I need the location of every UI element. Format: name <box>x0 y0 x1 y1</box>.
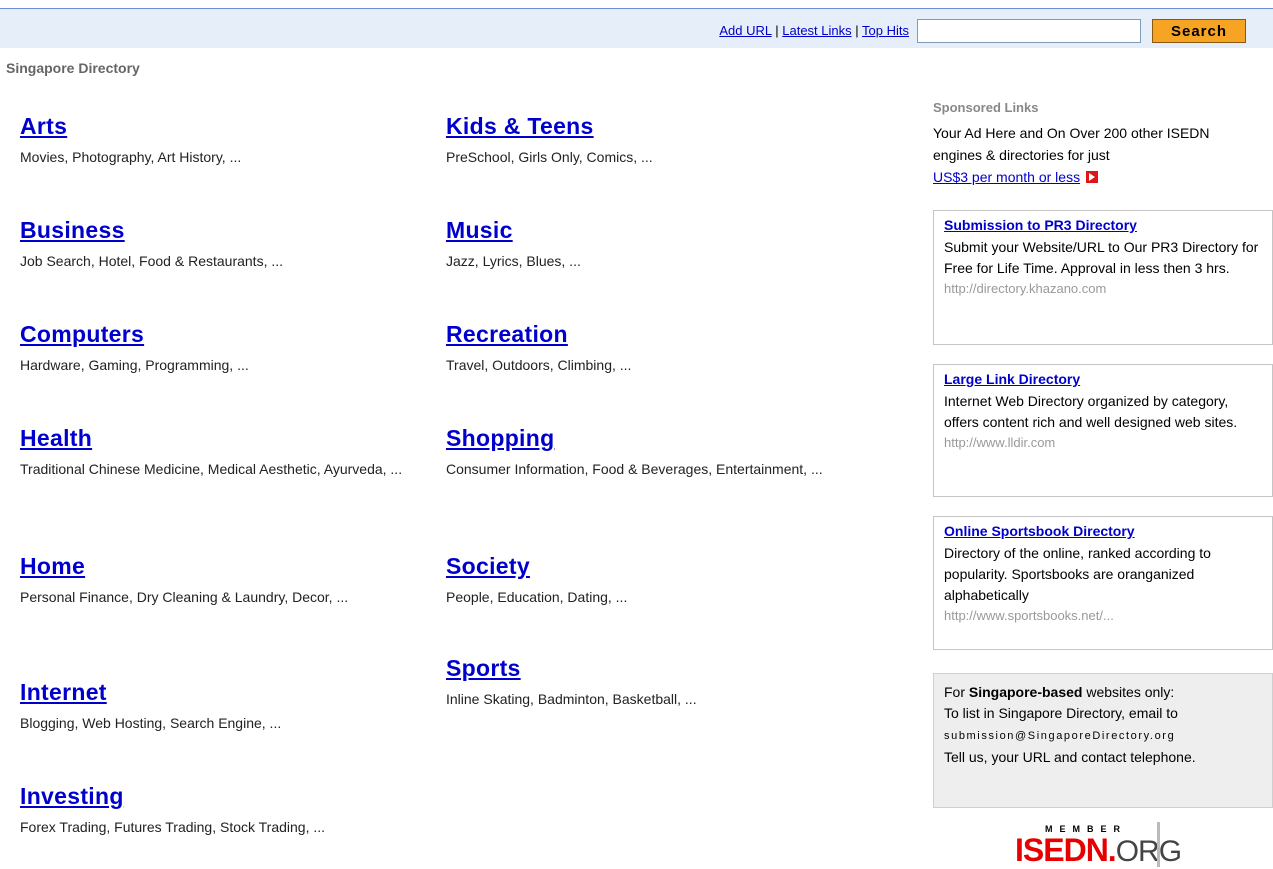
isedn-logo-dot: . <box>1107 832 1117 868</box>
category-music: Music Jazz, Lyrics, Blues, ... <box>446 216 846 272</box>
category-arts: Arts Movies, Photography, Art History, .… <box>20 112 420 168</box>
sg-bold: Singapore-based <box>968 684 1083 700</box>
ad-url: http://www.sportsbooks.net/... <box>944 608 1114 623</box>
sg-prefix: For <box>944 684 969 700</box>
ad-description: Submit your Website/URL to Our PR3 Direc… <box>944 239 1259 276</box>
separator: | <box>855 23 859 38</box>
category-business: Business Job Search, Hotel, Food & Resta… <box>20 216 420 272</box>
ad-title-link[interactable]: Online Sportsbook Directory <box>944 521 1262 541</box>
category-link[interactable]: Health <box>20 424 420 452</box>
category-link[interactable]: Recreation <box>446 320 846 348</box>
search-input[interactable] <box>917 19 1141 43</box>
category-shopping: Shopping Consumer Information, Food & Be… <box>446 424 846 480</box>
isedn-logo-org: ORG <box>1115 835 1182 868</box>
category-link[interactable]: Shopping <box>446 424 846 452</box>
site-title: Singapore Directory <box>6 60 140 76</box>
submission-email: submission@SingaporeDirectory.org <box>944 730 1176 742</box>
isedn-logo-main: ISEDN <box>1015 832 1109 868</box>
badge-divider <box>1157 822 1160 867</box>
category-investing: Investing Forex Trading, Futures Trading… <box>20 782 420 838</box>
add-url-link[interactable]: Add URL <box>719 23 771 38</box>
price-link[interactable]: US$3 per month or less <box>933 169 1080 185</box>
category-computers: Computers Hardware, Gaming, Programming,… <box>20 320 420 376</box>
ad-url: http://directory.khazano.com <box>944 281 1107 296</box>
category-subtopics: Movies, Photography, Art History, ... <box>20 149 242 165</box>
category-link[interactable]: Investing <box>20 782 420 810</box>
category-health: Health Traditional Chinese Medicine, Med… <box>20 424 420 480</box>
sponsored-pitch: Your Ad Here and On Over 200 other ISEDN… <box>933 125 1210 163</box>
category-subtopics: Traditional Chinese Medicine, Medical Ae… <box>20 461 403 477</box>
category-subtopics: Forex Trading, Futures Trading, Stock Tr… <box>20 819 326 835</box>
category-internet: Internet Blogging, Web Hosting, Search E… <box>20 678 420 734</box>
category-sports: Sports Inline Skating, Badminton, Basket… <box>446 654 846 710</box>
category-kids-teens: Kids & Teens PreSchool, Girls Only, Comi… <box>446 112 846 168</box>
ad-title-link[interactable]: Submission to PR3 Directory <box>944 215 1262 235</box>
category-subtopics: Job Search, Hotel, Food & Restaurants, .… <box>20 253 284 269</box>
ad-box: Online Sportsbook Directory Directory of… <box>933 516 1273 650</box>
category-subtopics: PreSchool, Girls Only, Comics, ... <box>446 149 653 165</box>
category-recreation: Recreation Travel, Outdoors, Climbing, .… <box>446 320 846 376</box>
category-subtopics: Inline Skating, Badminton, Basketball, .… <box>446 691 697 707</box>
sponsored-section: Sponsored Links Your Ad Here and On Over… <box>933 100 1273 188</box>
latest-links-link[interactable]: Latest Links <box>782 23 851 38</box>
separator: | <box>775 23 779 38</box>
category-link[interactable]: Business <box>20 216 420 244</box>
category-link[interactable]: Sports <box>446 654 846 682</box>
ad-title-link[interactable]: Large Link Directory <box>944 369 1262 389</box>
category-subtopics: Hardware, Gaming, Programming, ... <box>20 357 249 373</box>
ad-box: Submission to PR3 Directory Submit your … <box>933 210 1273 345</box>
top-links: Add URL | Latest Links | Top Hits <box>719 23 909 38</box>
singapore-listing-box: For Singapore-based websites only: To li… <box>933 673 1273 808</box>
category-subtopics: Personal Finance, Dry Cleaning & Laundry… <box>20 589 349 605</box>
search-button[interactable]: Search <box>1152 19 1246 43</box>
category-subtopics: Jazz, Lyrics, Blues, ... <box>446 253 581 269</box>
category-link[interactable]: Music <box>446 216 846 244</box>
category-link[interactable]: Home <box>20 552 420 580</box>
category-link[interactable]: Internet <box>20 678 420 706</box>
top-hits-link[interactable]: Top Hits <box>862 23 909 38</box>
category-link[interactable]: Computers <box>20 320 420 348</box>
ad-description: Directory of the online, ranked accordin… <box>944 545 1211 603</box>
sponsored-text: Your Ad Here and On Over 200 other ISEDN… <box>933 122 1253 188</box>
arrow-right-icon[interactable] <box>1085 171 1098 183</box>
category-home: Home Personal Finance, Dry Cleaning & La… <box>20 552 420 608</box>
category-link[interactable]: Kids & Teens <box>446 112 846 140</box>
category-link[interactable]: Society <box>446 552 846 580</box>
sponsored-heading: Sponsored Links <box>933 100 1039 115</box>
category-subtopics: People, Education, Dating, ... <box>446 589 628 605</box>
category-link[interactable]: Arts <box>20 112 420 140</box>
category-subtopics: Blogging, Web Hosting, Search Engine, ..… <box>20 715 282 731</box>
ad-box: Large Link Directory Internet Web Direct… <box>933 364 1273 497</box>
ad-description: Internet Web Directory organized by cate… <box>944 393 1238 430</box>
sg-line3: Tell us, your URL and contact telephone. <box>944 749 1196 765</box>
category-society: Society People, Education, Dating, ... <box>446 552 846 608</box>
isedn-member-badge[interactable]: MEMBER ISEDN.ORG <box>1015 822 1182 868</box>
sg-line1: websites only: <box>1082 684 1175 700</box>
category-subtopics: Travel, Outdoors, Climbing, ... <box>446 357 632 373</box>
ad-url: http://www.lldir.com <box>944 435 1056 450</box>
category-subtopics: Consumer Information, Food & Beverages, … <box>446 461 823 477</box>
sg-line2: To list in Singapore Directory, email to <box>944 705 1178 721</box>
